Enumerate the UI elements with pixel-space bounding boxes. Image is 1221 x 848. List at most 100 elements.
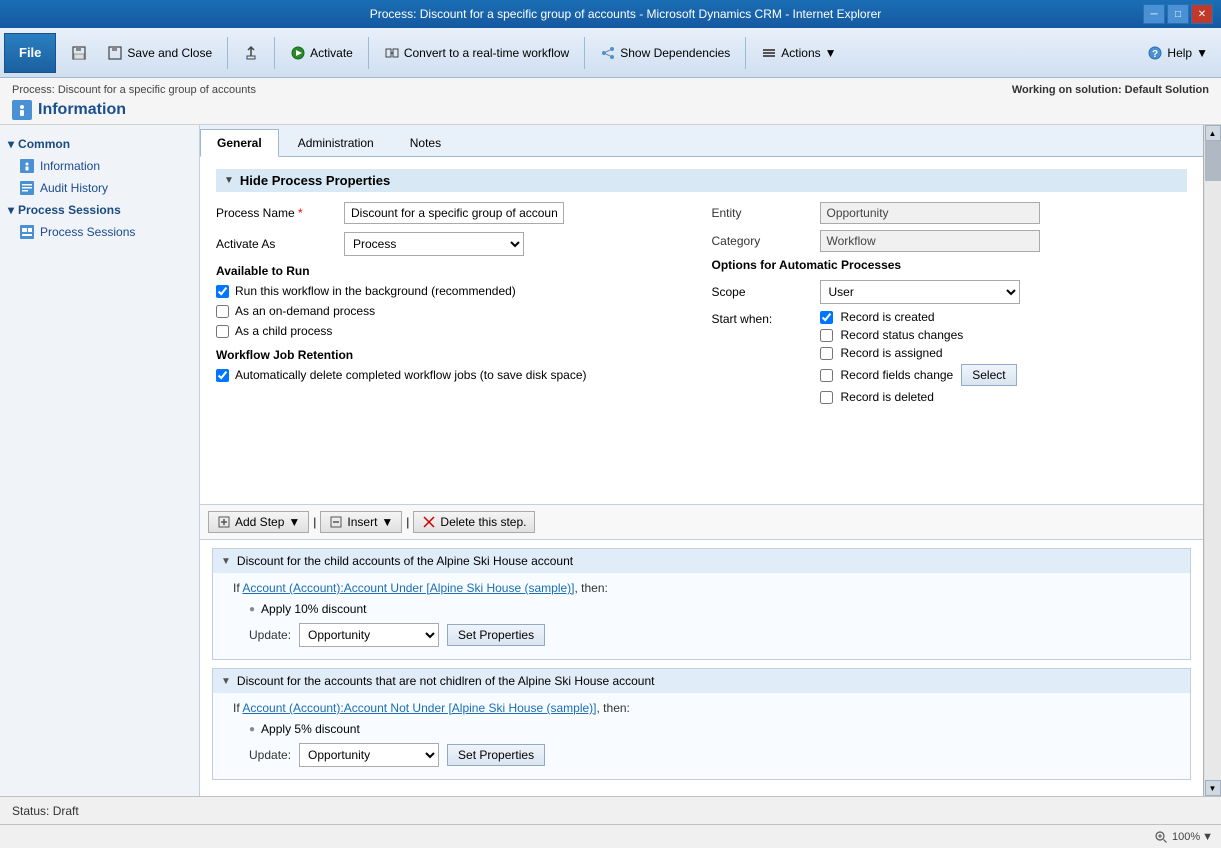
auto-delete-row: Automatically delete completed workflow … xyxy=(216,368,692,382)
save-and-close-button[interactable]: Save and Close xyxy=(98,35,221,71)
step-1-header[interactable]: ▼ Discount for the child accounts of the… xyxy=(213,549,1190,573)
available-to-run-title: Available to Run xyxy=(216,264,692,278)
start-when-section: Start when: Record is created Record sta… xyxy=(712,310,1188,408)
add-step-label: Add Step xyxy=(235,515,284,529)
record-created-checkbox[interactable] xyxy=(820,311,833,324)
zoom-level: 100% xyxy=(1172,831,1200,843)
scope-row: Scope User Business Unit Parent: Child B… xyxy=(712,280,1188,304)
section-title: Hide Process Properties xyxy=(240,173,390,188)
page-title-text: Information xyxy=(38,101,126,119)
page-header: Process: Discount for a specific group o… xyxy=(0,78,1221,125)
scroll-up-arrow[interactable]: ▲ xyxy=(1205,125,1221,141)
close-button[interactable]: ✕ xyxy=(1191,4,1213,24)
insert-button[interactable]: Insert ▼ xyxy=(320,511,402,533)
record-created-row: Record is created xyxy=(820,310,1017,324)
show-dependencies-button[interactable]: Show Dependencies xyxy=(591,35,739,71)
scope-select[interactable]: User Business Unit Parent: Child Busines… xyxy=(820,280,1020,304)
step-2-update-row: Update: Opportunity Set Properties xyxy=(249,739,1182,771)
insert-icon xyxy=(329,515,343,529)
step-1-if-link[interactable]: Account (Account):Account Under [Alpine … xyxy=(242,581,574,595)
save-close-icon xyxy=(107,45,123,61)
help-icon: ? xyxy=(1147,45,1163,61)
sidebar-common-header[interactable]: ▾ Common xyxy=(0,133,199,155)
help-button[interactable]: ? Help ▼ xyxy=(1138,35,1217,71)
record-status-changes-label: Record status changes xyxy=(841,328,964,342)
step-2-header[interactable]: ▼ Discount for the accounts that are not… xyxy=(213,669,1190,693)
entity-row: Entity Opportunity xyxy=(712,202,1188,224)
on-demand-checkbox[interactable] xyxy=(216,305,229,318)
delete-step-button[interactable]: Delete this step. xyxy=(413,511,535,533)
minimize-button[interactable]: ─ xyxy=(1143,4,1165,24)
add-step-icon xyxy=(217,515,231,529)
activate-as-select[interactable]: Process Process Template xyxy=(344,232,524,256)
select-button[interactable]: Select xyxy=(961,364,1016,386)
step-2-if-line: If Account (Account):Account Not Under [… xyxy=(233,697,1182,719)
activate-icon xyxy=(290,45,306,61)
sidebar-item-information[interactable]: Information xyxy=(0,155,199,177)
toolbar: File Save and Close Activate xyxy=(0,28,1221,78)
step-2-if-link[interactable]: Account (Account):Account Not Under [Alp… xyxy=(242,701,596,715)
bullet-1: ● xyxy=(249,604,255,615)
category-row: Category Workflow xyxy=(712,230,1188,252)
file-button[interactable]: File xyxy=(4,33,56,73)
sidebar-item-process-sessions[interactable]: Process Sessions xyxy=(0,221,199,243)
attach-button[interactable] xyxy=(234,35,268,71)
step-1: ▼ Discount for the child accounts of the… xyxy=(212,548,1191,660)
options-title: Options for Automatic Processes xyxy=(712,258,1188,272)
auto-delete-label: Automatically delete completed workflow … xyxy=(235,368,587,382)
child-process-checkbox[interactable] xyxy=(216,325,229,338)
scroll-thumb[interactable] xyxy=(1205,141,1221,181)
activate-button[interactable]: Activate xyxy=(281,35,362,71)
zoom-dropdown-icon[interactable]: ▼ xyxy=(1202,831,1213,843)
process-sessions-icon xyxy=(20,225,34,239)
tab-bar: General Administration Notes xyxy=(200,125,1203,157)
record-assigned-checkbox[interactable] xyxy=(820,347,833,360)
breadcrumb: Process: Discount for a specific group o… xyxy=(12,84,256,96)
sidebar-process-sessions-header[interactable]: ▾ Process Sessions xyxy=(0,199,199,221)
convert-realtime-button[interactable]: Convert to a real-time workflow xyxy=(375,35,578,71)
scroll-down-arrow[interactable]: ▼ xyxy=(1205,780,1221,796)
step-2: ▼ Discount for the accounts that are not… xyxy=(212,668,1191,780)
maximize-button[interactable]: □ xyxy=(1167,4,1189,24)
run-background-label: Run this workflow in the background (rec… xyxy=(235,284,516,298)
hide-process-properties-header[interactable]: ▼ Hide Process Properties xyxy=(216,169,1187,192)
start-when-label: Start when: xyxy=(712,310,812,326)
show-dependencies-label: Show Dependencies xyxy=(620,46,730,60)
step-2-set-properties-button[interactable]: Set Properties xyxy=(447,744,545,766)
info-icon xyxy=(20,159,34,173)
tab-administration[interactable]: Administration xyxy=(281,129,391,156)
record-fields-change-checkbox[interactable] xyxy=(820,369,833,382)
step-1-content: If Account (Account):Account Under [Alpi… xyxy=(213,573,1190,659)
form-content: ▼ Hide Process Properties Process Name * xyxy=(200,157,1203,504)
actions-button[interactable]: Actions ▼ xyxy=(752,35,845,71)
auto-delete-checkbox[interactable] xyxy=(216,369,229,382)
activate-as-label: Activate As xyxy=(216,237,336,251)
tab-general[interactable]: General xyxy=(200,129,279,157)
step-toolbar: Add Step ▼ | Insert ▼ | Delete this step… xyxy=(200,504,1203,540)
step-2-update-select[interactable]: Opportunity xyxy=(299,743,439,767)
run-background-checkbox[interactable] xyxy=(216,285,229,298)
save-button[interactable] xyxy=(62,35,96,71)
tab-notes[interactable]: Notes xyxy=(393,129,458,156)
process-sessions-label: Process Sessions xyxy=(40,225,135,239)
add-step-button[interactable]: Add Step ▼ xyxy=(208,511,309,533)
record-status-changes-checkbox[interactable] xyxy=(820,329,833,342)
record-deleted-label: Record is deleted xyxy=(841,390,934,404)
status-text: Status: Draft xyxy=(12,804,79,818)
status-bar: Status: Draft xyxy=(0,796,1221,824)
section-toggle-icon: ▼ xyxy=(224,175,234,186)
step-1-update-row: Update: Opportunity Set Properties xyxy=(249,619,1182,651)
category-label: Category xyxy=(712,234,812,248)
audit-icon xyxy=(20,181,34,195)
record-deleted-row: Record is deleted xyxy=(820,390,1017,404)
bullet-2: ● xyxy=(249,724,255,735)
step-1-apply-text: Apply 10% discount xyxy=(261,602,366,616)
process-name-input[interactable] xyxy=(344,202,564,224)
record-deleted-checkbox[interactable] xyxy=(820,391,833,404)
step-2-update-label: Update: xyxy=(249,748,291,762)
step-1-update-select[interactable]: Opportunity xyxy=(299,623,439,647)
sidebar-item-audit-history[interactable]: Audit History xyxy=(0,177,199,199)
step-1-set-properties-button[interactable]: Set Properties xyxy=(447,624,545,646)
on-demand-row: As an on-demand process xyxy=(216,304,692,318)
help-label: Help xyxy=(1167,46,1192,60)
